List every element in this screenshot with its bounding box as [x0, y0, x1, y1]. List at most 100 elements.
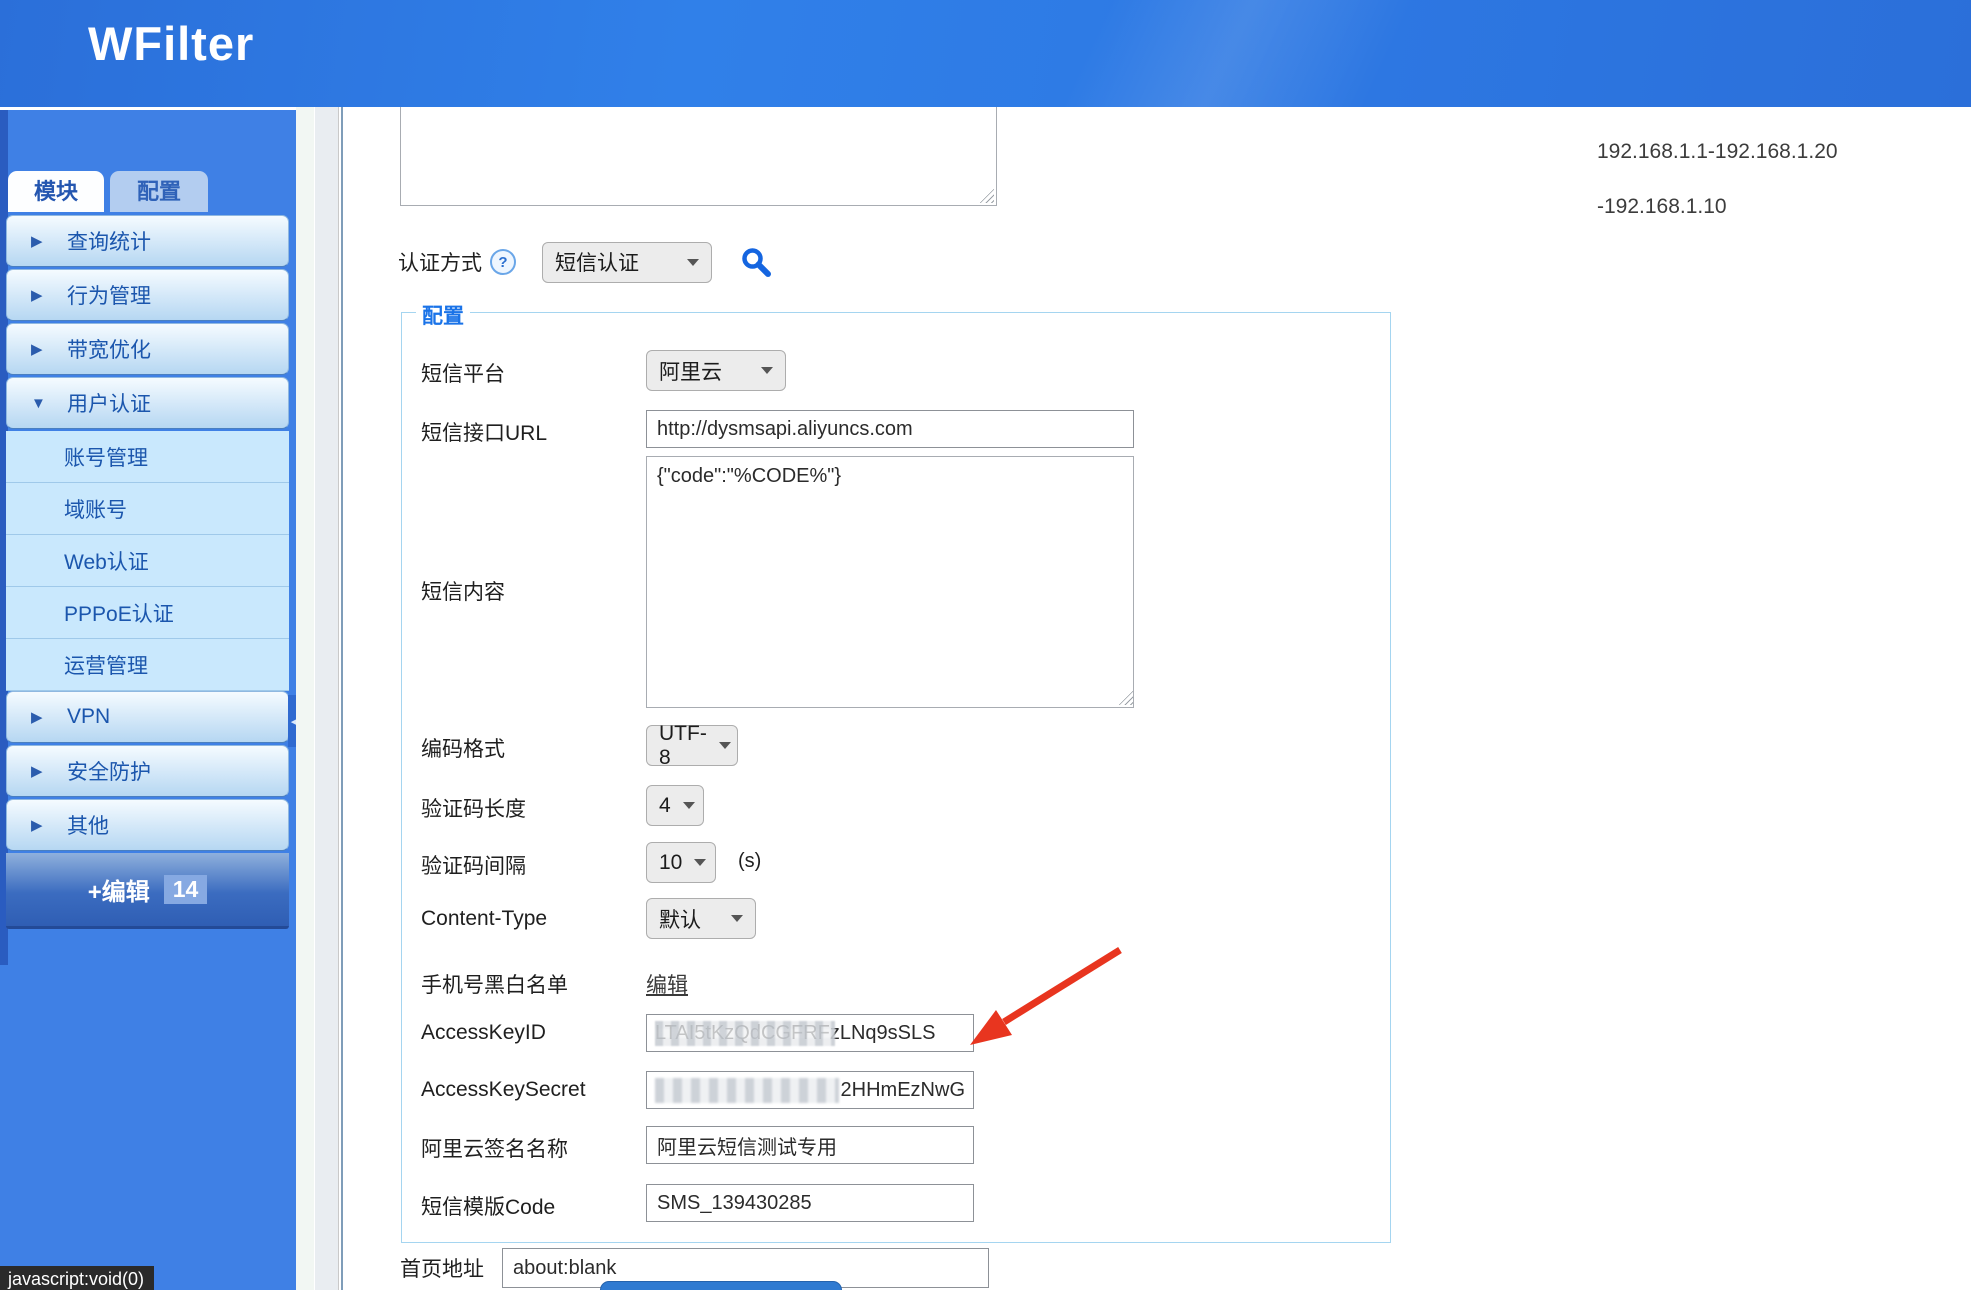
sidebar-item-label: 运营管理 — [64, 650, 148, 680]
app-header: WFilter — [0, 0, 1971, 107]
code-interval-row: 验证码间隔 10 (s) — [402, 841, 1390, 883]
aliyun-sign-name-row: 阿里云签名名称 — [402, 1126, 1390, 1164]
sidebar-item-vpn[interactable]: ▶ VPN — [6, 691, 289, 743]
auth-method-value: 短信认证 — [555, 247, 639, 277]
sidebar-item-security[interactable]: ▶ 安全防护 — [6, 745, 289, 797]
chevron-right-icon: ▶ — [31, 762, 47, 780]
sidebar-subitem-domain-account[interactable]: 域账号 — [6, 483, 289, 535]
access-key-secret-row: AccessKeySecret 2HHmEzNwG — [402, 1071, 1390, 1109]
aliyun-sign-name-input[interactable] — [646, 1126, 974, 1164]
access-key-secret-input[interactable]: 2HHmEzNwG — [646, 1071, 974, 1109]
chevron-right-icon: ▶ — [31, 708, 47, 726]
sms-api-url-input[interactable] — [646, 410, 1134, 448]
config-fieldset: 配置 短信平台 阿里云 短信接口URL 短信内容 {"code":"%CODE%… — [401, 312, 1391, 1243]
code-length-select[interactable]: 4 — [646, 785, 704, 826]
status-link-tooltip: javascript:void(0) — [0, 1266, 154, 1290]
phone-list-edit-link[interactable]: 编辑 — [646, 969, 688, 999]
redaction-blur-overlay — [655, 1021, 835, 1046]
code-interval-label: 验证码间隔 — [421, 850, 526, 880]
help-icon[interactable]: ? — [490, 249, 516, 275]
sidebar-item-label: 行为管理 — [67, 280, 151, 310]
sidebar-subitem-web-auth[interactable]: Web认证 — [6, 535, 289, 587]
sidebar-item-query-stats[interactable]: ▶ 查询统计 — [6, 215, 289, 267]
wfilter-admin-screen: WFilter 模块 配置 ▶ 查询统计 ▶ 行为管理 ▶ 带宽优化 ▼ 用户认… — [0, 0, 1971, 1290]
access-key-secret-visible-value: 2HHmEzNwG — [841, 1079, 965, 1102]
resize-grip-icon[interactable] — [979, 188, 994, 203]
config-legend: 配置 — [416, 300, 470, 330]
redaction-blur-block — [655, 1078, 839, 1103]
code-interval-unit: (s) — [738, 850, 761, 873]
ip-range-line2: -192.168.1.10 — [1597, 195, 1727, 219]
chevron-down-icon — [731, 915, 743, 922]
sidebar-item-label: 账号管理 — [64, 442, 148, 472]
content-type-select[interactable]: 默认 — [646, 898, 756, 939]
submit-button[interactable] — [600, 1281, 842, 1290]
sidebar-item-label: 用户认证 — [67, 388, 151, 418]
content-type-value: 默认 — [659, 904, 701, 934]
tab-config[interactable]: 配置 — [110, 171, 208, 212]
search-icon[interactable] — [740, 246, 772, 278]
chevron-down-icon — [694, 859, 706, 866]
auth-method-row: 认证方式 ? 短信认证 — [398, 240, 772, 284]
sidebar: 模块 配置 ▶ 查询统计 ▶ 行为管理 ▶ 带宽优化 ▼ 用户认证 账号管理 — [0, 110, 296, 1290]
sms-content-label: 短信内容 — [421, 576, 505, 606]
wfilter-logo: WFilter — [88, 16, 254, 71]
sidebar-item-other[interactable]: ▶ 其他 — [6, 799, 289, 851]
chevron-right-icon: ▶ — [31, 286, 47, 304]
sidebar-menu: ▶ 查询统计 ▶ 行为管理 ▶ 带宽优化 ▼ 用户认证 账号管理 域账号 — [6, 215, 289, 929]
sidebar-subitem-pppoe-auth[interactable]: PPPoE认证 — [6, 587, 289, 639]
chevron-down-icon — [683, 802, 695, 809]
sidebar-item-label: VPN — [67, 705, 110, 729]
sidebar-item-label: Web认证 — [64, 546, 149, 576]
sms-platform-value: 阿里云 — [659, 356, 722, 386]
sidebar-item-label: 域账号 — [64, 494, 127, 524]
chevron-right-icon: ▶ — [31, 340, 47, 358]
edit-modules-button[interactable]: +编辑 14 — [6, 853, 289, 929]
frame-scrollbar-track[interactable] — [315, 107, 339, 1290]
auth-method-select[interactable]: 短信认证 — [542, 242, 712, 283]
sidebar-item-label: PPPoE认证 — [64, 598, 174, 628]
phone-list-row: 手机号黑白名单 编辑 — [402, 965, 1390, 999]
sidebar-item-label: 带宽优化 — [67, 334, 151, 364]
sidebar-item-label: 其他 — [67, 810, 109, 840]
code-length-row: 验证码长度 4 — [402, 784, 1390, 826]
tab-modules[interactable]: 模块 — [8, 171, 104, 212]
code-interval-select[interactable]: 10 — [646, 842, 716, 883]
chevron-right-icon: ▶ — [31, 232, 47, 250]
encoding-value: UTF-8 — [659, 722, 707, 770]
access-key-id-input[interactable]: LTAI5tKzQdCGFRFzLNq9sSLS — [646, 1014, 974, 1052]
sms-template-code-input[interactable] — [646, 1184, 974, 1222]
sms-template-code-row: 短信模版Code — [402, 1184, 1390, 1222]
aliyun-sign-name-label: 阿里云签名名称 — [421, 1133, 568, 1163]
sidebar-item-label: 查询统计 — [67, 226, 151, 256]
chevron-down-icon: ▼ — [31, 395, 47, 412]
sidebar-item-behavior[interactable]: ▶ 行为管理 — [6, 269, 289, 321]
encoding-row: 编码格式 UTF-8 — [402, 724, 1390, 766]
top-textarea-clipped[interactable] — [400, 107, 997, 206]
sms-api-url-row: 短信接口URL — [402, 409, 1390, 449]
sms-platform-select[interactable]: 阿里云 — [646, 350, 786, 391]
edit-modules-label: +编辑 — [88, 872, 150, 907]
sidebar-item-bandwidth[interactable]: ▶ 带宽优化 — [6, 323, 289, 375]
chevron-right-icon: ▶ — [31, 816, 47, 834]
sidebar-subitem-account-mgmt[interactable]: 账号管理 — [6, 431, 289, 483]
frame-gutter — [296, 107, 315, 1290]
sms-content-textarea[interactable]: {"code":"%CODE%"} — [646, 456, 1134, 708]
chevron-down-icon — [687, 259, 699, 266]
content-type-row: Content-Type 默认 — [402, 897, 1390, 941]
encoding-select[interactable]: UTF-8 — [646, 725, 738, 766]
sms-content-row: 短信内容 {"code":"%CODE%"} — [402, 456, 1390, 708]
code-length-value: 4 — [659, 794, 671, 818]
sms-api-url-label: 短信接口URL — [421, 417, 547, 447]
homepage-label: 首页地址 — [400, 1253, 484, 1283]
edit-count-badge: 14 — [164, 875, 208, 904]
sidebar-tabs: 模块 配置 — [8, 171, 208, 212]
sidebar-item-user-auth[interactable]: ▼ 用户认证 — [6, 377, 289, 429]
sidebar-subitem-operation-mgmt[interactable]: 运营管理 — [6, 639, 289, 691]
chevron-down-icon — [719, 742, 731, 749]
sms-template-code-label: 短信模版Code — [421, 1191, 555, 1221]
sms-platform-row: 短信平台 阿里云 — [402, 349, 1390, 393]
access-key-secret-label: AccessKeySecret — [421, 1078, 586, 1102]
sms-platform-label: 短信平台 — [421, 358, 505, 388]
code-interval-value: 10 — [659, 851, 682, 875]
